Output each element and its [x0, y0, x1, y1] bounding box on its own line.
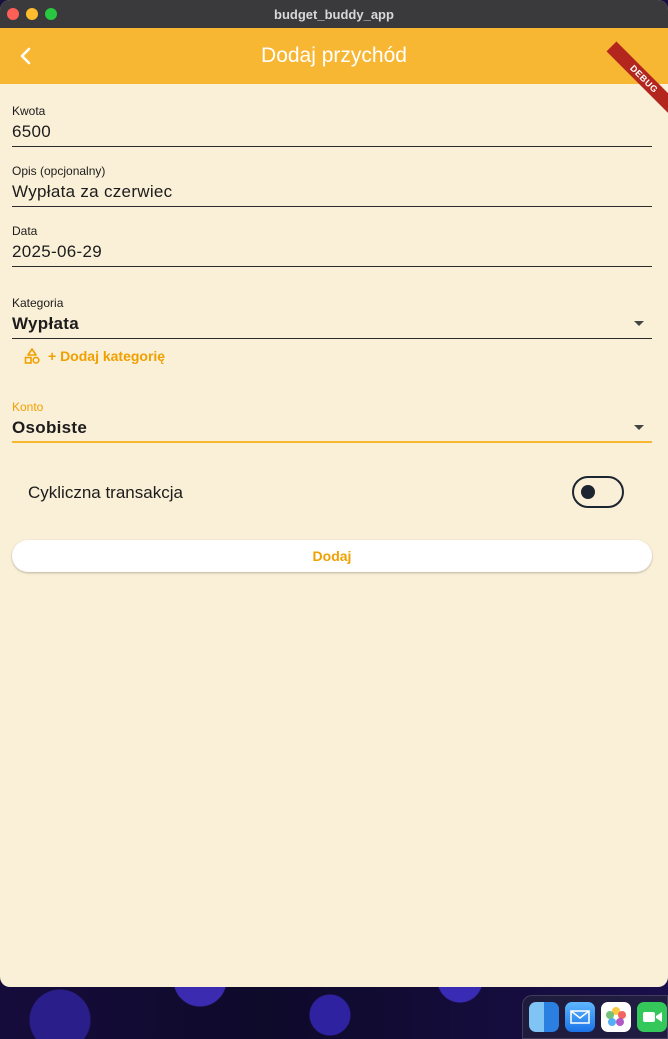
submit-button[interactable]: Dodaj [12, 540, 652, 572]
date-field[interactable]: Data 2025-06-29 [12, 224, 652, 268]
app-window: budget_buddy_app Dodaj przychód DEBUG Kw… [0, 0, 668, 987]
amount-underline [12, 146, 652, 147]
recurring-transaction-label: Cykliczna transakcja [28, 483, 183, 502]
description-underline [12, 206, 652, 207]
mail-icon[interactable] [565, 1002, 595, 1032]
facetime-icon[interactable] [637, 1002, 667, 1032]
envelope-icon [570, 1010, 590, 1024]
date-input[interactable]: 2025-06-29 [12, 242, 652, 262]
flower-icon [606, 1007, 626, 1026]
description-field[interactable]: Opis (opcjonalny) Wypłata za czerwiec [12, 164, 652, 208]
macos-dock [522, 995, 668, 1039]
amount-label: Kwota [12, 104, 46, 118]
page-title: Dodaj przychód [261, 44, 407, 67]
window-titlebar: budget_buddy_app [0, 0, 668, 28]
account-dropdown[interactable]: Konto Osobiste [12, 400, 652, 444]
maximize-window-button[interactable] [45, 8, 57, 20]
amount-input[interactable]: 6500 [12, 122, 652, 142]
account-label: Konto [12, 400, 44, 414]
description-input[interactable]: Wypłata za czerwiec [12, 182, 652, 202]
date-label: Data [12, 224, 38, 238]
window-title: budget_buddy_app [274, 6, 394, 22]
close-window-button[interactable] [7, 8, 19, 20]
recurring-transaction-switch[interactable] [572, 476, 624, 508]
category-dropdown[interactable]: Kategoria Wypłata [12, 296, 652, 340]
category-shapes-icon [24, 348, 40, 364]
amount-field[interactable]: Kwota 6500 [12, 104, 652, 148]
recurring-transaction-row[interactable]: Cykliczna transakcja [28, 476, 624, 508]
date-underline [12, 266, 652, 267]
category-selected-value: Wypłata [12, 314, 79, 333]
finder-icon[interactable] [529, 1002, 559, 1032]
dropdown-arrow-icon [634, 321, 644, 326]
add-category-label: + Dodaj kategorię [48, 348, 166, 364]
add-category-button[interactable]: + Dodaj kategorię [24, 346, 165, 366]
category-label: Kategoria [12, 296, 64, 310]
video-camera-icon [643, 1012, 662, 1022]
category-underline [12, 338, 652, 339]
photos-icon[interactable] [601, 1002, 631, 1032]
dropdown-arrow-icon [634, 425, 644, 430]
switch-knob [581, 485, 595, 499]
minimize-window-button[interactable] [26, 8, 38, 20]
account-underline-focused [12, 441, 652, 443]
app-bar: Dodaj przychód DEBUG [0, 28, 668, 117]
description-label: Opis (opcjonalny) [12, 164, 106, 178]
account-selected-value: Osobiste [12, 418, 88, 437]
